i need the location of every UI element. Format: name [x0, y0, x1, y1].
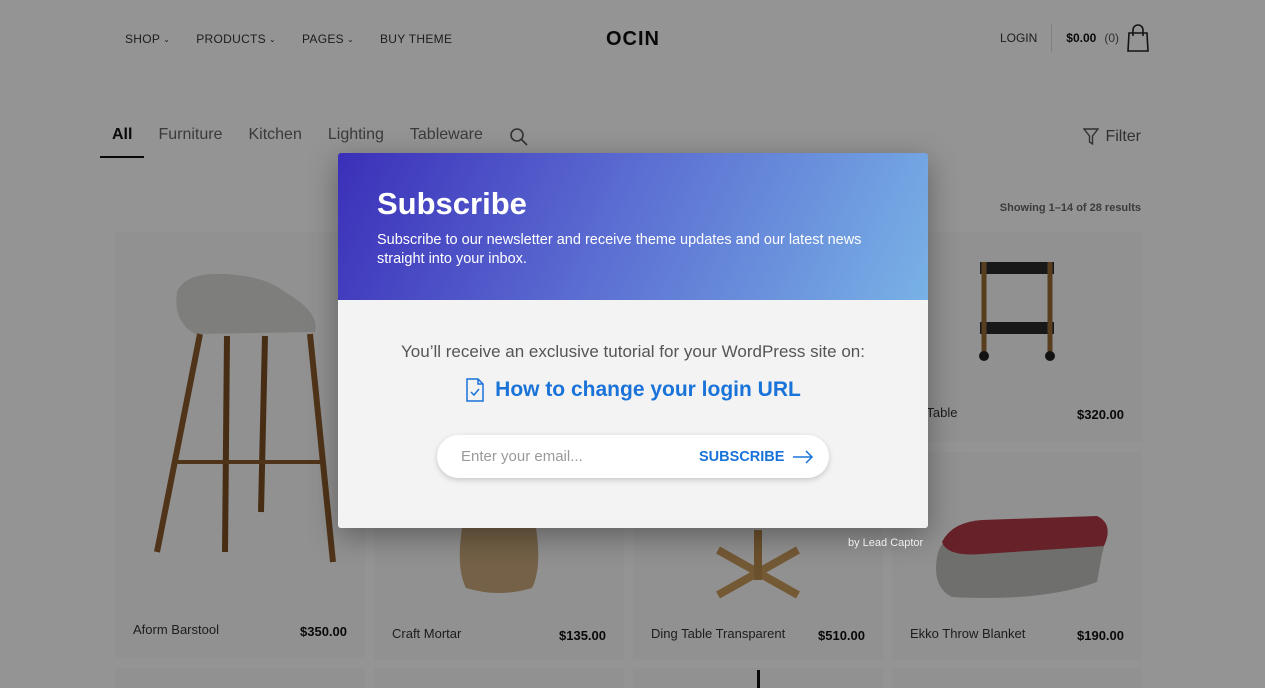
subscribe-popup: Subscribe Subscribe to our newsletter an…	[338, 153, 928, 528]
arrow-right-icon	[793, 449, 814, 464]
subscribe-button[interactable]: SUBSCRIBE	[699, 449, 814, 465]
document-check-icon	[466, 378, 484, 402]
popup-subtitle: Subscribe to our newsletter and receive …	[377, 232, 862, 267]
subscribe-button-label: SUBSCRIBE	[699, 448, 785, 465]
tutorial-link[interactable]: How to change your login URL	[338, 378, 928, 402]
popup-credit[interactable]: by Lead Captor	[848, 537, 923, 549]
popup-body: You’ll receive an exclusive tutorial for…	[338, 300, 928, 528]
popup-title: Subscribe	[377, 186, 527, 221]
tutorial-link-label: How to change your login URL	[495, 378, 801, 401]
popup-lead-text: You’ll receive an exclusive tutorial for…	[401, 342, 865, 361]
popup-header: Subscribe Subscribe to our newsletter an…	[338, 153, 928, 300]
email-input[interactable]	[437, 435, 687, 478]
subscribe-form: SUBSCRIBE	[437, 435, 829, 478]
